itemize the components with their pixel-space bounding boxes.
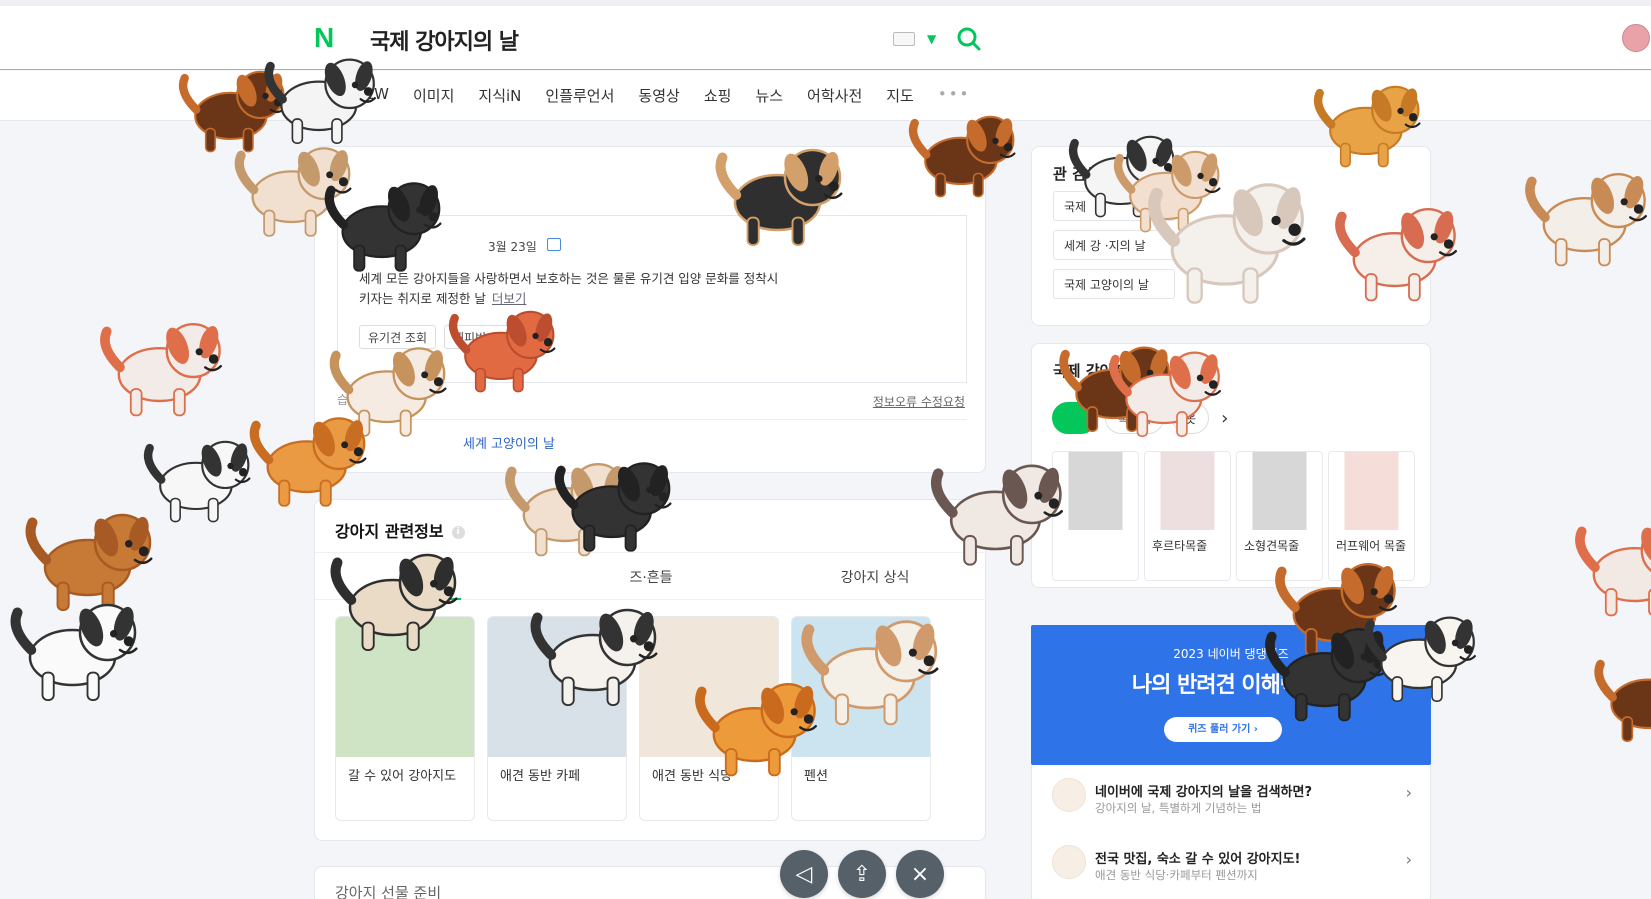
article-item-2[interactable]: 전국 맛집, 숙소 갈 수 있어 강아지도! 애견 동반 식당·카페부터 펜션까… bbox=[1052, 832, 1412, 894]
report-link[interactable]: 정보오류 수정요청 bbox=[873, 393, 965, 410]
article-title: 네이버에 국제 강아지의 날을 검색하면? bbox=[1095, 785, 1313, 800]
avatar[interactable] bbox=[1622, 24, 1650, 52]
floating-controls: ◁ ⇪ × bbox=[780, 850, 944, 898]
tab-video[interactable]: 동영상 bbox=[638, 85, 679, 106]
dog-sticker-icon bbox=[90, 305, 234, 425]
dog-sticker-icon bbox=[920, 445, 1076, 575]
place-label: 갈 수 있어 강아지도 bbox=[348, 769, 457, 784]
tab-news[interactable]: 뉴스 bbox=[755, 85, 783, 106]
dog-sticker-icon bbox=[440, 295, 566, 400]
article-list: 네이버에 국제 강아지의 날을 검색하면? 강아지의 날, 특별하게 기념하는 … bbox=[1031, 765, 1431, 899]
dog-thumbnail-icon bbox=[1052, 845, 1086, 879]
dog-sticker-icon bbox=[790, 600, 952, 735]
dog-sticker-icon bbox=[1565, 505, 1651, 625]
product-card[interactable]: 후르타목줄 bbox=[1144, 451, 1231, 581]
product-name: 후르타목줄 bbox=[1152, 539, 1208, 553]
dog-sticker-icon bbox=[320, 535, 470, 660]
article-subtitle: 애견 동반 식당·카페부터 펜션까지 bbox=[1095, 868, 1258, 882]
dog-sticker-icon bbox=[1305, 70, 1431, 175]
chevron-right-icon: › bbox=[1405, 850, 1412, 869]
article-title: 전국 맛집, 숙소 갈 수 있어 강아지도! bbox=[1095, 852, 1301, 867]
dog-sticker-icon bbox=[0, 585, 150, 710]
tab-dictionary[interactable]: 어학사전 bbox=[807, 85, 862, 106]
product-image bbox=[1145, 452, 1230, 530]
dog-sticker-icon bbox=[900, 100, 1026, 205]
dog-sticker-icon bbox=[1515, 155, 1651, 275]
gift-title: 강아지 선물 준비 bbox=[335, 884, 442, 899]
dog-sticker-icon bbox=[1355, 600, 1487, 710]
tab-influencer[interactable]: 인플루언서 bbox=[545, 85, 614, 106]
article-subtitle: 강아지의 날, 특별하게 기념하는 법 bbox=[1095, 801, 1262, 815]
dog-sticker-icon bbox=[1100, 335, 1232, 445]
dog-sticker-icon bbox=[1585, 640, 1651, 750]
sound-icon[interactable]: ◁ bbox=[780, 850, 828, 898]
close-icon[interactable]: × bbox=[896, 850, 944, 898]
search-icon[interactable] bbox=[955, 25, 983, 53]
dog-sticker-icon bbox=[520, 590, 670, 715]
tab-knowledge[interactable]: 지식iN bbox=[478, 85, 521, 106]
dog-sticker-icon bbox=[705, 130, 855, 255]
search-query[interactable]: 국제 강아지의 날 bbox=[370, 24, 519, 56]
chevron-right-icon: › bbox=[1405, 783, 1412, 802]
date-text: 3월 23일 bbox=[488, 240, 537, 254]
dog-sticker-icon bbox=[1135, 160, 1321, 315]
dog-sticker-icon bbox=[315, 165, 453, 280]
calendar-icon bbox=[547, 238, 561, 251]
dog-sticker-icon bbox=[545, 445, 683, 560]
article-item-1[interactable]: 네이버에 국제 강아지의 날을 검색하면? 강아지의 날, 특별하게 기념하는 … bbox=[1052, 765, 1412, 827]
product-image bbox=[1237, 452, 1322, 530]
dog-sticker-icon bbox=[1325, 190, 1469, 310]
keyboard-icon[interactable] bbox=[893, 32, 915, 46]
chevron-down-icon[interactable]: ▼ bbox=[927, 32, 936, 46]
place-label: 애견 동반 카페 bbox=[500, 769, 581, 784]
product-image bbox=[1329, 452, 1414, 530]
dog-thumbnail-icon bbox=[1052, 778, 1086, 812]
tab-images[interactable]: 이미지 bbox=[413, 85, 454, 106]
tab-shopping[interactable]: 쇼핑 bbox=[704, 85, 732, 106]
share-icon[interactable]: ⇪ bbox=[838, 850, 886, 898]
